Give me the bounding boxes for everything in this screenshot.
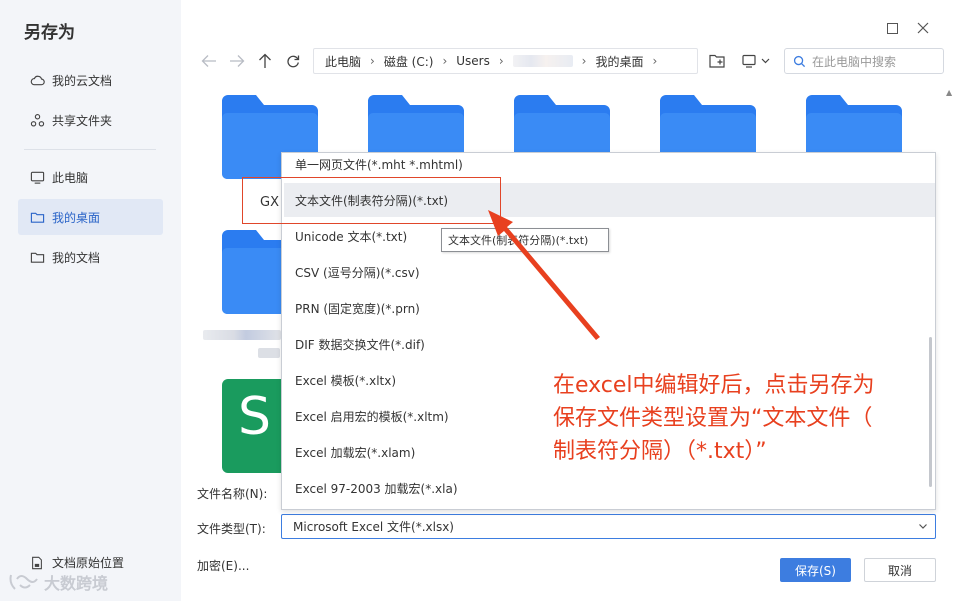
up-button[interactable] (255, 51, 275, 71)
original-location-label: 文档原始位置 (52, 556, 125, 570)
chevron-right-icon: › (370, 54, 375, 68)
filetype-option[interactable]: Excel 97-2003 加载宏(*.xla) (284, 471, 935, 505)
monitor-icon (30, 171, 45, 184)
watermark-icon (9, 574, 38, 590)
search-icon (793, 55, 806, 67)
filetype-option[interactable]: PRN (固定宽度)(*.prn) (284, 291, 935, 325)
option-tooltip: 文本文件(制表符分隔)(*.txt) (441, 228, 609, 252)
refresh-button[interactable] (283, 51, 303, 71)
scroll-up-icon[interactable]: ▲ (946, 88, 952, 97)
sidebar-item-my-documents[interactable]: 我的文档 (18, 239, 163, 275)
annotation-line: 制表符分隔）（*.txt）” (553, 439, 767, 464)
search-placeholder: 在此电脑中搜索 (812, 54, 897, 69)
filetype-option[interactable]: Unicode 文本(*.txt) (284, 219, 935, 253)
cloud-icon (30, 75, 45, 85)
arrow-up-icon (259, 53, 271, 68)
view-mode-icon (742, 54, 770, 68)
annotation-text: 在excel中编辑好后，点击另存为 保存文件类型设置为“文本文件（ 制表符分隔）… (553, 369, 953, 468)
filetype-option[interactable]: CSV (逗号分隔)(*.csv) (284, 255, 935, 289)
arrow-right-icon (230, 55, 245, 67)
back-button[interactable] (199, 51, 219, 71)
chevron-right-icon: › (442, 54, 448, 68)
crumb-my-desktop[interactable]: 我的桌面 (595, 53, 643, 70)
path-breadcrumb[interactable]: 此电脑 › 磁盘 (C:) › Users › › 我的桌面 › (313, 48, 698, 74)
sidebar-item-label: 共享文件夹 (52, 113, 113, 128)
filetype-option[interactable]: 单一网页文件(*.mht *.mhtml) (284, 147, 935, 181)
redacted-filename (203, 330, 281, 340)
maximize-icon (886, 22, 898, 34)
sidebar-item-label: 我的文档 (52, 250, 101, 265)
filetype-label: 文件类型(T): (197, 522, 266, 536)
close-button[interactable] (913, 18, 933, 38)
search-input[interactable]: 在此电脑中搜索 (784, 48, 944, 74)
filetype-select[interactable]: Microsoft Excel 文件(*.xlsx) (281, 514, 936, 539)
crumb-username-redacted[interactable] (512, 55, 573, 67)
crumb-users[interactable]: Users (456, 54, 490, 68)
share-icon (30, 113, 45, 126)
new-folder-icon (709, 54, 725, 68)
original-location-button[interactable]: 文档原始位置 (30, 554, 124, 571)
view-mode-button[interactable] (741, 51, 773, 71)
watermark-text: 大数跨境 (44, 574, 109, 593)
encrypt-button[interactable]: 加密(E)... (197, 557, 249, 574)
crumb-disk-c[interactable]: 磁盘 (C:) (384, 53, 434, 70)
sidebar-item-cloud-docs[interactable]: 我的云文档 (18, 62, 163, 98)
document-icon (32, 556, 42, 569)
folder-icon (30, 212, 45, 223)
refresh-icon (287, 55, 300, 68)
new-folder-button[interactable] (707, 51, 727, 71)
chevron-right-icon: › (498, 54, 504, 68)
app-icon-letter: S (238, 387, 272, 447)
close-icon (917, 22, 929, 34)
annotation-line: 在excel中编辑好后，点击另存为 (553, 373, 875, 398)
dialog-title: 另存为 (24, 23, 75, 43)
highlight-box (242, 177, 501, 224)
maximize-button[interactable] (882, 18, 902, 38)
sidebar-divider (24, 149, 156, 150)
watermark-logo: 大数跨境 (8, 570, 108, 594)
filetype-option[interactable]: DIF 数据交换文件(*.dif) (284, 327, 935, 361)
forward-button[interactable] (227, 51, 247, 71)
sidebar-item-label: 此电脑 (52, 170, 89, 185)
folder-icon (30, 252, 45, 263)
filetype-value: Microsoft Excel 文件(*.xlsx) (293, 520, 454, 534)
sidebar-item-this-pc[interactable]: 此电脑 (18, 159, 163, 195)
chevron-right-icon: › (581, 54, 587, 68)
sidebar-item-label: 我的云文档 (52, 73, 113, 88)
arrow-left-icon (201, 55, 216, 67)
sidebar: 另存为 我的云文档 共享文件夹 此电脑 我的桌面 我的文档 文档原始位置 大数跨… (0, 0, 181, 601)
annotation-line: 保存文件类型设置为“文本文件（ (553, 406, 873, 431)
spreadsheet-app-icon[interactable]: S (222, 379, 284, 473)
filename-label: 文件名称(N): (197, 487, 268, 501)
sidebar-item-shared-folder[interactable]: 共享文件夹 (18, 102, 163, 138)
sidebar-item-my-desktop[interactable]: 我的桌面 (18, 199, 163, 235)
crumb-this-pc[interactable]: 此电脑 (325, 53, 361, 70)
chevron-down-icon (919, 524, 927, 529)
save-button[interactable]: 保存(S) (780, 558, 851, 582)
cancel-button[interactable]: 取消 (864, 558, 936, 582)
redacted-filename (258, 348, 280, 358)
sidebar-item-label: 我的桌面 (52, 210, 101, 225)
chevron-right-icon: › (652, 54, 658, 68)
